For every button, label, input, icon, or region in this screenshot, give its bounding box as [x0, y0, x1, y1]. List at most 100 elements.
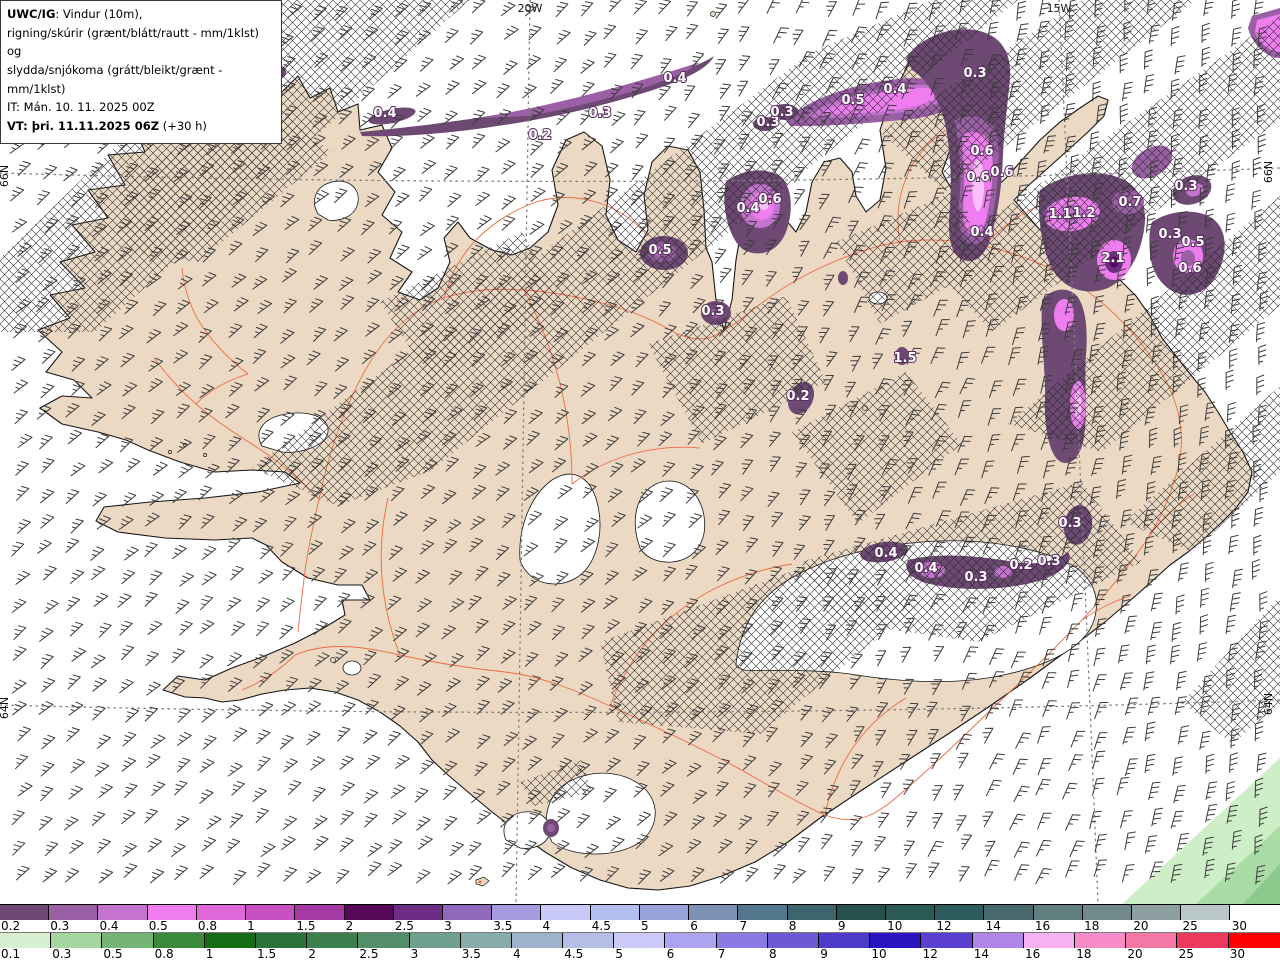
colorbar-cell [870, 933, 922, 948]
title-legend-box: UWC/IG: Vindur (10m), rigning/skúrir (gr… [0, 0, 282, 145]
colorbar-cell [541, 905, 591, 920]
colorbar-cell [1023, 933, 1075, 948]
precip-value-label: 0.3 [963, 66, 986, 81]
colorbar-cell [885, 905, 936, 920]
colorbar-cell [972, 933, 1024, 948]
colorbar-tick-label: 3 [444, 919, 452, 933]
colorbar-legend: 0.2 0.3 0.4 0.5 0.8 1 1.5 2 2.5 3 3.5 4 4.5 5 6 7 8 9 10 12… [0, 904, 1280, 960]
colorbar-cell [1181, 905, 1231, 920]
precip-value-label: 0.3 [1058, 516, 1081, 531]
colorbar-tick-label: 9 [837, 919, 846, 933]
colorbar-cell [102, 933, 154, 948]
colorbar-cell [204, 933, 256, 948]
colorbar-tick-label: 0.3 [52, 947, 72, 960]
colorbar-tick-label: 0.4 [99, 919, 119, 933]
colorbar-cell [344, 905, 394, 920]
colorbar-cell [246, 905, 296, 920]
colorbar-tick-label: 7 [739, 919, 748, 933]
colorbar-tick-label: 5 [641, 919, 649, 933]
colorbar-tick-label: 4.5 [564, 947, 584, 960]
parallel-label: 66N [0, 165, 11, 187]
precip-value-label: 0.2 [786, 389, 809, 404]
colorbar-tick-label: 3.5 [493, 919, 513, 933]
parallel-label: 66N [1262, 161, 1275, 183]
colorbar-tick-label: 16 [1034, 919, 1051, 933]
precip-value-label: 1.1 [1048, 207, 1071, 222]
colorbar-cell [1228, 933, 1280, 948]
colorbar-tick-label: 30 [1231, 919, 1248, 933]
colorbar-tick-label: 2.5 [359, 947, 379, 960]
colorbar-sleet-snow [0, 904, 1280, 920]
colorbar-tick-label: 3 [410, 947, 419, 960]
colorbar-cell [51, 933, 103, 948]
colorbar-cell [984, 905, 1034, 920]
precip-value-label: 0.5 [1181, 235, 1204, 250]
colorbar-cell [307, 933, 359, 948]
precip-value-label: 0.2 [528, 128, 551, 143]
colorbar-tick-label: 20 [1127, 947, 1143, 960]
colorbar-cell [409, 933, 461, 948]
precip-value-label: 0.4 [663, 71, 686, 86]
weather-map-screen: 20W15W66N64N66N64N 0.30.40.20.30.40.30.3… [0, 0, 1280, 960]
precip-value-label: 2.1 [1101, 251, 1124, 266]
colorbar-tick-label: 12 [922, 947, 938, 960]
colorbar-tick-label: 0.5 [103, 947, 123, 960]
colorbar-tick-label: 2.5 [394, 919, 414, 933]
colorbar-tick-label: 7 [717, 947, 726, 960]
colorbar-tick-label: 5 [615, 947, 624, 960]
colorbar-tick-label: 8 [769, 947, 777, 960]
colorbar-tick-label: 1.5 [296, 919, 316, 933]
colorbar-cell [836, 905, 886, 920]
colorbar-tick-label: 2 [308, 947, 316, 960]
colorbar-tick-label: 10 [871, 947, 887, 960]
colorbar-tick-label: 8 [788, 919, 797, 933]
colorbar-tick-label: 6 [690, 919, 698, 933]
colorbar-cell [1230, 905, 1280, 920]
colorbar-cell [147, 905, 197, 920]
precip-value-label: 0.4 [874, 546, 897, 561]
colorbar-cell [921, 933, 973, 948]
precip-value-label: 0.4 [736, 201, 759, 216]
precip-value-label: 0.3 [964, 570, 987, 585]
colorbar-tick-label: 20 [1133, 919, 1149, 933]
legend-line-2: rigning/skúrir (grænt/blátt/rautt - mm/1… [7, 25, 259, 59]
colorbar-cell [196, 905, 247, 920]
precip-value-label: 0.3 [1037, 554, 1060, 569]
precip-value-label: 0.4 [914, 561, 937, 576]
colorbar-tick-label: 0.8 [197, 919, 218, 933]
colorbar-tick-label: 0.2 [1, 919, 21, 933]
precip-value-label: 0.6 [970, 144, 993, 159]
colorbar-cell [665, 933, 717, 948]
colorbar-tick-label: 18 [1084, 919, 1100, 933]
colorbar-tick-label: 12 [936, 919, 952, 933]
colorbar-cell [767, 933, 819, 948]
colorbar-tick-label: 14 [973, 947, 990, 960]
colorbar-tick-label: 30 [1229, 947, 1246, 960]
precip-value-label: 0.6 [1178, 261, 1201, 276]
colorbar-cell [98, 905, 148, 920]
colorbar-tick-label: 25 [1182, 919, 1198, 933]
colorbar-tick-label: 1 [247, 919, 255, 933]
colorbar-cell [393, 905, 443, 920]
colorbar-tick-label: 10 [887, 919, 903, 933]
colorbar-cell [563, 933, 615, 948]
precip-value-label: 0.6 [990, 165, 1013, 180]
colorbar-cell [1132, 905, 1182, 920]
colorbar-cell [614, 933, 666, 948]
colorbar-tick-label: 14 [985, 919, 1001, 933]
colorbar-cell [460, 933, 512, 948]
colorbar-tick-label: 18 [1076, 947, 1092, 960]
colorbar-cell [358, 933, 410, 948]
precip-value-label: 0.6 [758, 192, 781, 207]
colorbar-cell [511, 933, 564, 948]
colorbar-tick-label: 1.5 [257, 947, 277, 960]
colorbar-cell [639, 905, 690, 920]
precip-value-label: 0.4 [373, 106, 396, 121]
precip-value-label: 0.3 [588, 106, 611, 121]
colorbar-cell [689, 905, 739, 920]
precip-value-label: 0.4 [970, 225, 993, 240]
precip-value-label: 0.3 [770, 105, 793, 120]
meridian-label: 20W [518, 2, 543, 15]
meridian-label: 15W [1047, 2, 1072, 15]
precip-value-label: 0.3 [1174, 179, 1197, 194]
